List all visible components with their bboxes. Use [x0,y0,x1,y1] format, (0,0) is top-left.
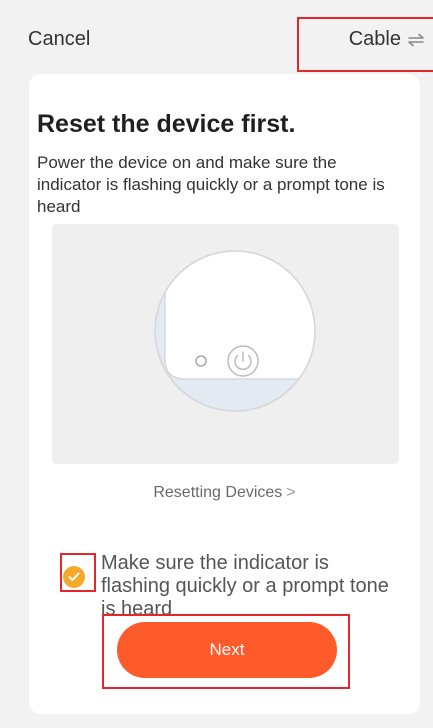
top-bar: Cancel Cable [0,0,433,82]
resetting-devices-link[interactable]: Resetting Devices > [29,484,420,502]
chevron-right-icon: > [286,484,296,501]
mode-label: Cable [348,28,401,50]
resetting-devices-label: Resetting Devices [153,484,283,501]
reset-instructions-card: Reset the device first. Power the device… [29,74,420,714]
confirm-checkbox[interactable] [63,566,85,588]
confirm-checkbox-row[interactable]: Make sure the indicator is flashing quic… [63,552,403,621]
reset-description: Power the device on and make sure the in… [37,153,385,216]
indicator-light [195,355,207,367]
check-icon [68,572,80,581]
power-icon [227,345,259,377]
next-button[interactable]: Next [117,622,337,678]
device-drawing [154,250,316,412]
swap-arrows-icon [408,33,424,46]
confirm-text: Make sure the indicator is flashing quic… [101,552,389,620]
device-illustration [52,224,399,464]
cable-mode-switch[interactable]: Cable [349,28,425,51]
cancel-button[interactable]: Cancel [28,28,90,51]
page-title: Reset the device first. [37,110,296,138]
